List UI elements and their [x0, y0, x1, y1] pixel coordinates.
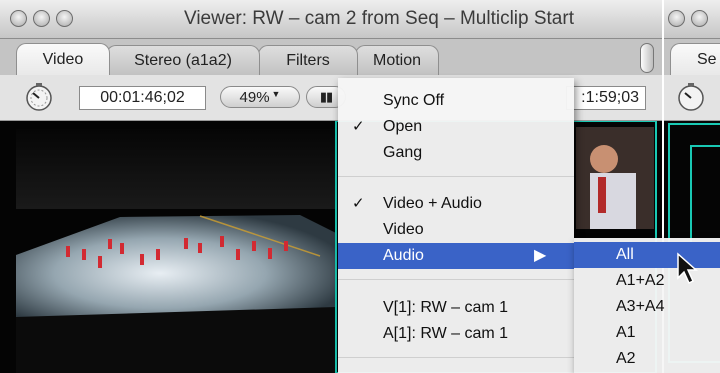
submenu-item-a3-a4[interactable]: A3+A4 [574, 294, 720, 320]
stopwatch-icon[interactable] [22, 80, 56, 114]
minimize-window-button[interactable] [33, 10, 50, 27]
submenu-item-a2[interactable]: A2 [574, 346, 720, 372]
menu-item-audio[interactable]: Audio ▶ [338, 243, 574, 269]
menu-item-label: A3+A4 [616, 298, 665, 315]
menu-item-label: All [616, 246, 634, 263]
menu-item-sync-off[interactable]: Sync Off [338, 88, 574, 114]
tab-label: Stereo (a1a2) [134, 51, 232, 69]
timecode-current-value: :1:59;03 [581, 89, 639, 106]
close-window-button[interactable] [668, 10, 685, 27]
menu-item-label: V[1]: RW – cam 1 [383, 299, 509, 316]
menu-item-video[interactable]: Video [338, 217, 574, 243]
menu-item-label: Sync Off [383, 92, 445, 109]
zoom-window-button[interactable] [56, 10, 73, 27]
second-window-title-bar[interactable] [664, 0, 720, 39]
menu-item-label: Audio [383, 247, 424, 264]
tab-stereo[interactable]: Stereo (a1a2) [106, 45, 260, 75]
menu-item-video-audio[interactable]: ✓ Video + Audio [338, 191, 574, 217]
multiclip-angle-frame [690, 145, 720, 245]
tab-label: Se [697, 51, 717, 68]
playhead-sync-menu: Sync Off ✓ Open Gang ✓ Video + Audio Vid… [338, 78, 574, 373]
menu-item-label: A1 [616, 324, 636, 341]
minimize-window-button[interactable] [691, 10, 708, 27]
submenu-item-a1[interactable]: A1 [574, 320, 720, 346]
view-options-icon: ▮▮ [319, 89, 333, 104]
menu-item-label: A2 [616, 350, 636, 367]
menu-separator [338, 279, 574, 280]
second-toolbar [664, 75, 720, 121]
menu-item-label: A[1]: RW – cam 1 [383, 325, 509, 342]
menu-item-v1-angle[interactable]: V[1]: RW – cam 1 [338, 295, 574, 321]
second-tab-strip: Se [664, 39, 720, 76]
menu-item-a1-angle[interactable]: A[1]: RW – cam 1 [338, 321, 574, 347]
menu-separator [338, 176, 574, 177]
zoom-popup[interactable]: 49% ▼ [220, 86, 300, 108]
menu-item-label: A1+A2 [616, 272, 665, 289]
menu-item-label: Gang [383, 144, 423, 161]
chevron-down-icon: ▼ [271, 89, 281, 99]
timecode-current-field[interactable]: :1:59;03 [566, 86, 646, 110]
submenu-arrow-icon: ▶ [534, 247, 547, 264]
tab-second[interactable]: Se [670, 43, 720, 76]
tab-label: Motion [372, 51, 422, 69]
menu-item-label: Open [383, 118, 423, 135]
window-title: Viewer: RW – cam 2 from Seq – Multiclip … [184, 8, 574, 29]
viewer-title-bar[interactable]: Viewer: RW – cam 2 from Seq – Multiclip … [0, 0, 662, 39]
stopwatch-icon[interactable] [674, 80, 708, 114]
menu-item-gang[interactable]: Gang [338, 140, 574, 166]
tab-motion[interactable]: Motion [355, 45, 439, 75]
menu-item-label: Video [383, 221, 424, 238]
menu-item-label: Video + Audio [383, 195, 482, 212]
checkmark-icon: ✓ [352, 118, 365, 135]
mouse-pointer-icon [677, 252, 698, 285]
tab-label: Video [42, 51, 84, 68]
zoom-value: 49% [239, 88, 270, 106]
tab-video[interactable]: Video [16, 43, 110, 76]
menu-separator [338, 357, 574, 358]
tab-scroll-knob[interactable] [640, 43, 654, 73]
close-window-button[interactable] [10, 10, 27, 27]
timecode-duration-field[interactable]: 00:01:46;02 [79, 86, 206, 110]
menu-item-open[interactable]: ✓ Open [338, 114, 574, 140]
tab-strip: Motion Filters Stereo (a1a2) Video [0, 39, 662, 76]
tab-label: Filters [286, 51, 330, 69]
checkmark-icon: ✓ [352, 195, 365, 212]
tab-filters[interactable]: Filters [258, 45, 358, 75]
